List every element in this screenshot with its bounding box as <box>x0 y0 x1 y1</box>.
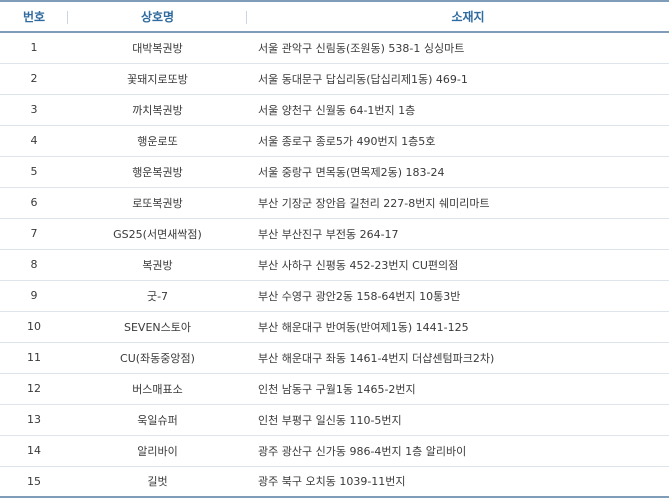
row-address: 부산 부산진구 부전동 264-17 <box>258 227 399 241</box>
row-number: 13 <box>27 413 41 426</box>
header-name: 상호명 <box>68 1 247 32</box>
row-address: 광주 북구 오치동 1039-11번지 <box>258 475 406 489</box>
table-row: 9 굿-7 부산 수영구 광안2동 158-64번지 10통3반 <box>0 280 669 311</box>
row-store-name: 행운복권방 <box>132 165 183 179</box>
table-row: 4 행운로또 서울 종로구 종로5가 490번지 1층5호 <box>0 125 669 156</box>
row-number: 1 <box>30 41 38 55</box>
row-address: 부산 해운대구 반여동(반여제1동) 1441-125 <box>258 320 469 334</box>
row-number: 7 <box>30 227 38 240</box>
table-row: 3 까치복권방 서울 양천구 신월동 64-1번지 1층 <box>0 94 669 125</box>
row-number: 8 <box>30 258 38 271</box>
row-address: 서울 종로구 종로5가 490번지 1층5호 <box>258 134 436 148</box>
header-number: 번호 <box>0 1 68 32</box>
row-address: 서울 양천구 신월동 64-1번지 1층 <box>258 103 416 117</box>
table-row: 1 대박복권방 서울 관악구 신림동(조원동) 538-1 싱싱마트 <box>0 32 669 63</box>
table-row: 7 GS25(서면새싹점) 부산 부산진구 부전동 264-17 <box>0 218 669 249</box>
row-address: 서울 동대문구 답십리동(답십리제1동) 469-1 <box>258 72 468 86</box>
row-number: 11 <box>27 351 41 364</box>
row-store-name: 욱일슈퍼 <box>137 413 178 427</box>
row-address: 부산 해운대구 좌동 1461-4번지 더샵센텀파크2차) <box>258 351 495 365</box>
table-row: 11 CU(좌동중앙점) 부산 해운대구 좌동 1461-4번지 더샵센텀파크2… <box>0 342 669 373</box>
row-store-name: 까치복권방 <box>132 103 183 117</box>
row-store-name: 로또복권방 <box>132 196 183 210</box>
header-row: 번호 상호명 소재지 <box>0 1 669 32</box>
row-number: 3 <box>30 103 38 116</box>
table-row: 10 SEVEN스토아 부산 해운대구 반여동(반여제1동) 1441-125 <box>0 311 669 342</box>
row-number: 2 <box>30 72 38 85</box>
row-address: 서울 관악구 신림동(조원동) 538-1 싱싱마트 <box>258 41 465 55</box>
header-number-label: 번호 <box>22 10 46 24</box>
row-store-name: 알리바이 <box>137 444 178 458</box>
row-number: 12 <box>27 382 41 395</box>
table-row: 13 욱일슈퍼 인천 부평구 일신동 110-5번지 <box>0 404 669 435</box>
row-store-name: GS25(서면새싹점) <box>113 227 202 241</box>
row-store-name: 대박복권방 <box>132 41 183 55</box>
row-number: 14 <box>27 444 41 457</box>
row-address: 인천 부평구 일신동 110-5번지 <box>258 413 402 427</box>
row-store-name: 꽃돼지로또방 <box>127 72 188 86</box>
header-address: 소재지 <box>247 1 669 32</box>
row-store-name: SEVEN스토아 <box>124 320 191 334</box>
table-body: 1 대박복권방 서울 관악구 신림동(조원동) 538-1 싱싱마트 2 꽃돼지… <box>0 32 669 497</box>
row-number: 9 <box>30 289 38 302</box>
row-number: 10 <box>27 320 41 333</box>
table-row: 6 로또복권방 부산 기장군 장안읍 길천리 227-8번지 쉐미리마트 <box>0 187 669 218</box>
row-store-name: CU(좌동중앙점) <box>120 351 195 365</box>
table-row: 15 길벗 광주 북구 오치동 1039-11번지 <box>0 466 669 497</box>
header-address-label: 소재지 <box>451 10 485 24</box>
table-row: 12 버스매표소 인천 남동구 구월1동 1465-2번지 <box>0 373 669 404</box>
row-address: 인천 남동구 구월1동 1465-2번지 <box>258 382 416 396</box>
store-list-table: 번호 상호명 소재지 1 대박복권방 서울 관악구 신림동(조원동) 538-1… <box>0 0 669 498</box>
row-store-name: 복권방 <box>142 258 173 272</box>
table-row: 5 행운복권방 서울 중랑구 면목동(면목제2동) 183-24 <box>0 156 669 187</box>
row-address: 부산 수영구 광안2동 158-64번지 10통3반 <box>258 289 461 303</box>
row-address: 서울 중랑구 면목동(면목제2동) 183-24 <box>258 165 445 179</box>
row-number: 5 <box>30 165 38 178</box>
row-address: 부산 기장군 장안읍 길천리 227-8번지 쉐미리마트 <box>258 196 490 210</box>
row-number: 15 <box>27 474 41 488</box>
row-address: 부산 사하구 신평동 452-23번지 CU편의점 <box>258 258 459 272</box>
table-row: 14 알리바이 광주 광산구 신가동 986-4번지 1층 알리바이 <box>0 435 669 466</box>
row-store-name: 버스매표소 <box>132 382 183 396</box>
table-row: 2 꽃돼지로또방 서울 동대문구 답십리동(답십리제1동) 469-1 <box>0 63 669 94</box>
row-store-name: 행운로또 <box>137 134 178 148</box>
row-number: 6 <box>30 196 38 209</box>
row-number: 4 <box>30 134 38 147</box>
row-store-name: 길벗 <box>147 475 168 489</box>
header-name-label: 상호명 <box>140 10 175 24</box>
row-store-name: 굿-7 <box>146 289 169 303</box>
table-row: 8 복권방 부산 사하구 신평동 452-23번지 CU편의점 <box>0 249 669 280</box>
table-header: 번호 상호명 소재지 <box>0 1 669 32</box>
row-address: 광주 광산구 신가동 986-4번지 1층 알리바이 <box>258 444 467 458</box>
